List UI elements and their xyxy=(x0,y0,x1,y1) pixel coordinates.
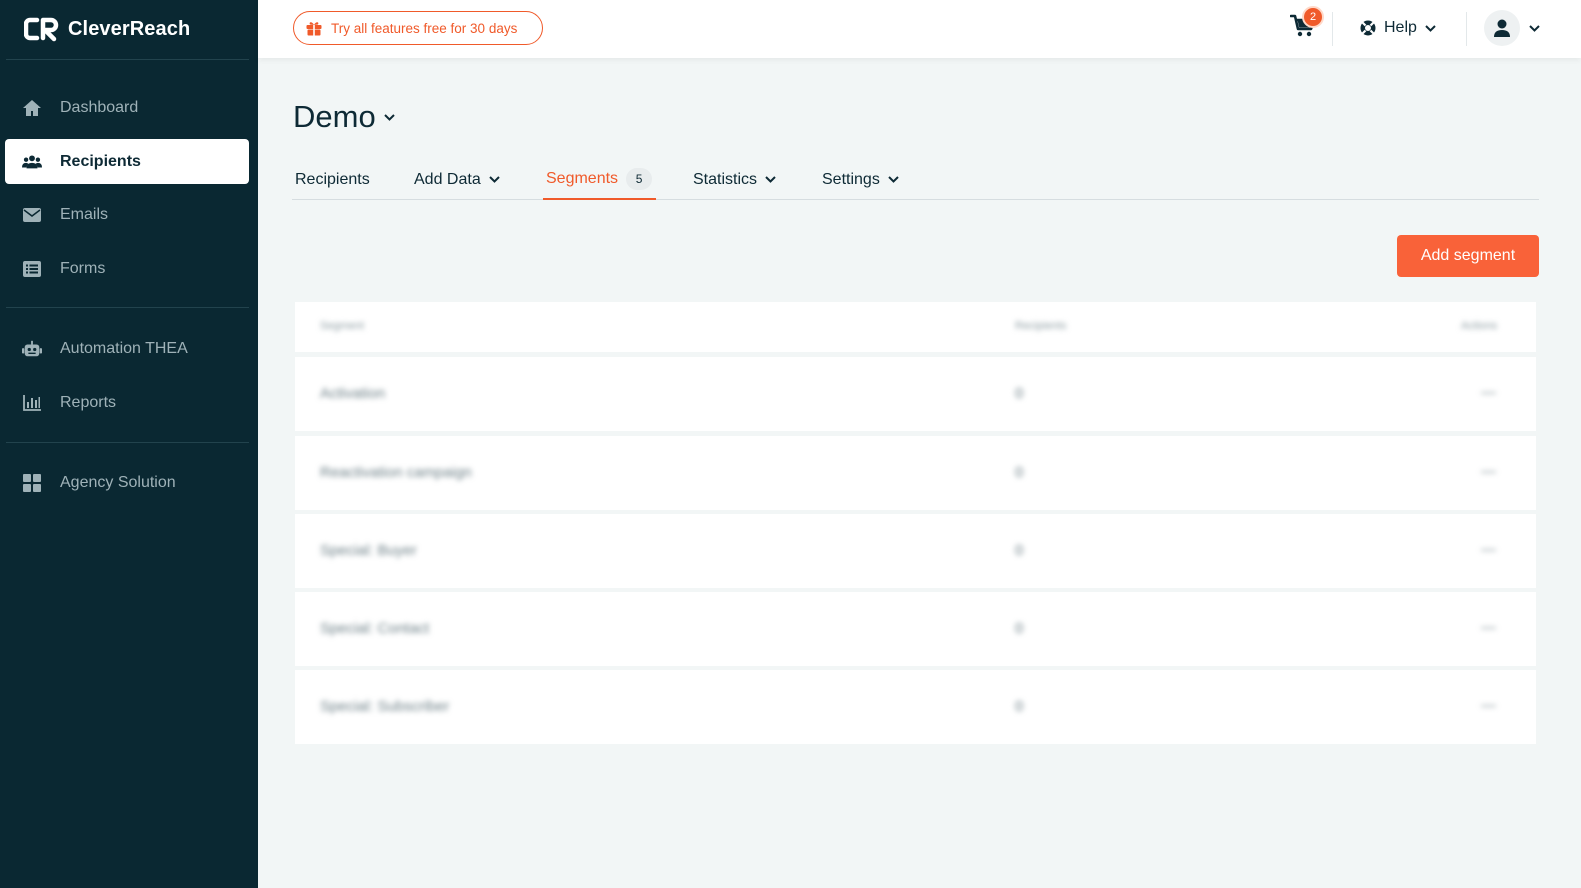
tab-label: Settings xyxy=(822,170,880,188)
row-action[interactable]: — xyxy=(1481,463,1496,480)
sidebar-item-agency-solution[interactable]: Agency Solution xyxy=(5,460,249,505)
sidebar-item-emails[interactable]: Emails xyxy=(5,192,249,237)
recipient-count: 0 xyxy=(1015,385,1024,402)
cleverreach-logo-icon xyxy=(24,17,59,42)
brand-logo[interactable]: CleverReach xyxy=(24,14,190,44)
tab-add-data[interactable]: Add Data xyxy=(414,159,500,200)
sidebar-item-label: Agency Solution xyxy=(60,473,176,491)
segment-name: Special: Subscriber xyxy=(320,698,450,715)
brand-name: CleverReach xyxy=(68,17,191,40)
free-trial-label: Try all features free for 30 days xyxy=(331,20,518,36)
sidebar-item-label: Emails xyxy=(60,205,109,223)
table-row[interactable]: Special: Subscriber 0 — xyxy=(295,670,1536,744)
free-trial-button[interactable]: Try all features free for 30 days xyxy=(293,11,543,45)
column-header: Actions xyxy=(1461,320,1498,332)
tab-label: Statistics xyxy=(693,170,758,188)
user-menu[interactable] xyxy=(1484,10,1540,46)
robot-icon xyxy=(22,339,42,359)
topbar-separator xyxy=(1466,12,1467,46)
segment-name: Reactivation campaign xyxy=(320,464,472,481)
avatar xyxy=(1484,10,1520,46)
recipient-count: 0 xyxy=(1015,620,1024,637)
segments-table: Segment Recipients Actions Activation 0 … xyxy=(295,302,1536,744)
top-bar: Try all features free for 30 days 2 Help xyxy=(258,0,1581,58)
column-header[interactable]: Recipients xyxy=(1015,320,1066,332)
sidebar-divider xyxy=(6,442,249,443)
user-icon xyxy=(1494,19,1510,37)
row-action[interactable]: — xyxy=(1481,619,1496,636)
chevron-down-icon xyxy=(383,113,395,121)
users-icon xyxy=(22,152,42,172)
tab-label: Recipients xyxy=(295,170,370,188)
tab-segments[interactable]: Segments 5 xyxy=(543,159,656,200)
add-segment-button[interactable]: Add segment xyxy=(1397,235,1539,277)
chevron-down-icon xyxy=(1529,24,1540,32)
table-row[interactable]: Special: Contact 0 — xyxy=(295,592,1536,666)
tab-settings[interactable]: Settings xyxy=(822,159,899,200)
tab-label: Add Data xyxy=(414,170,481,188)
sidebar-divider xyxy=(6,59,249,60)
help-label: Help xyxy=(1384,19,1417,36)
segment-name: Special: Buyer xyxy=(320,542,417,559)
chevron-down-icon xyxy=(765,176,776,183)
segment-name: Activation xyxy=(320,385,386,402)
sidebar-item-label: Dashboard xyxy=(60,98,139,116)
recipient-count: 0 xyxy=(1015,698,1024,715)
chevron-down-icon xyxy=(489,176,500,183)
recipient-count: 0 xyxy=(1015,464,1024,481)
table-header: Segment Recipients Actions xyxy=(295,302,1536,352)
list-selector[interactable]: Demo xyxy=(293,97,395,137)
sidebar-item-forms[interactable]: Forms xyxy=(5,246,249,291)
tab-statistics[interactable]: Statistics xyxy=(693,159,776,200)
topbar-separator xyxy=(1332,12,1333,46)
sidebar-divider xyxy=(6,307,249,308)
segment-count-badge: 5 xyxy=(626,167,653,190)
cart-count-badge: 2 xyxy=(1302,6,1324,28)
tab-label: Segments xyxy=(546,169,619,187)
table-row[interactable]: Activation 0 — xyxy=(295,357,1536,431)
chevron-down-icon xyxy=(888,176,899,183)
segment-name: Special: Contact xyxy=(320,620,430,637)
row-action[interactable]: — xyxy=(1481,384,1496,401)
chevron-down-icon xyxy=(1425,24,1436,32)
sidebar-item-label: Recipients xyxy=(60,152,141,170)
table-row[interactable]: Reactivation campaign 0 — xyxy=(295,436,1536,510)
bar-chart-icon xyxy=(22,393,42,413)
envelope-icon xyxy=(22,205,42,225)
sidebar-item-label: Automation THEA xyxy=(60,339,188,357)
sidebar-item-recipients[interactable]: Recipients xyxy=(5,139,249,184)
lifebuoy-icon xyxy=(1360,20,1376,36)
sidebar-item-reports[interactable]: Reports xyxy=(5,380,249,425)
sidebar-item-automation-thea[interactable]: Automation THEA xyxy=(5,326,249,371)
row-action[interactable]: — xyxy=(1481,697,1496,714)
tab-recipients[interactable]: Recipients xyxy=(295,159,370,200)
recipient-count: 0 xyxy=(1015,542,1024,559)
column-header[interactable]: Segment xyxy=(320,320,364,332)
help-menu[interactable]: Help xyxy=(1360,16,1436,40)
gift-icon xyxy=(306,21,322,36)
sidebar-item-label: Forms xyxy=(60,259,106,277)
page-title: Demo xyxy=(293,99,376,134)
list-icon xyxy=(22,259,42,279)
grid-icon xyxy=(22,473,42,493)
table-row[interactable]: Special: Buyer 0 — xyxy=(295,514,1536,588)
home-icon xyxy=(22,98,42,118)
sidebar: CleverReach Dashboard Recipients Emails … xyxy=(0,0,258,888)
sidebar-item-label: Reports xyxy=(60,393,117,411)
tab-bar: Recipients Add Data Segments 5 Statistic… xyxy=(292,159,1539,200)
row-action[interactable]: — xyxy=(1481,541,1496,558)
sidebar-item-dashboard[interactable]: Dashboard xyxy=(5,85,249,130)
